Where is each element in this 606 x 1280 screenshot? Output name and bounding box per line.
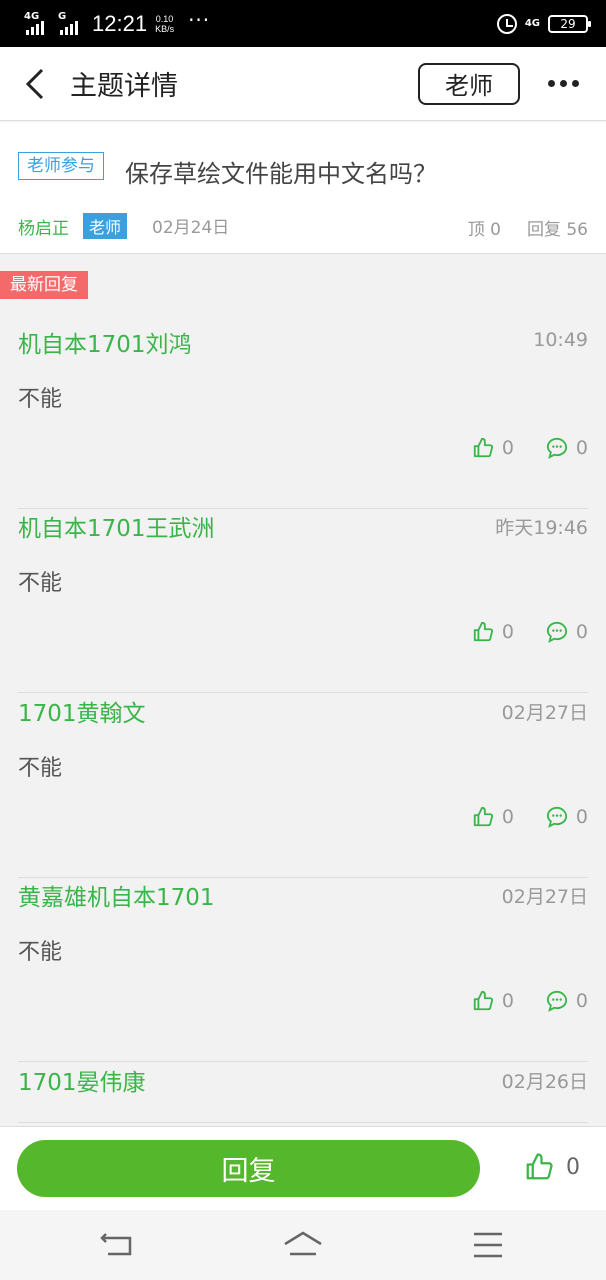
reply-author[interactable]: 黄嘉雄机自本1701 [18,878,215,912]
nav-back-icon [100,1233,132,1256]
sim1-signal-icon: 4G [24,11,52,35]
reply-item: 机自本1701刘鸿 10:49 不能 0 0 [0,325,606,509]
header: 主题详情 老师 [0,47,606,121]
like-button[interactable]: 0 [472,437,514,459]
reply-bar: 回复 0 [0,1126,606,1210]
reply-time: 昨天19:46 [495,517,588,539]
comment-count: 0 [575,621,588,643]
signal-indicators: 4G G [24,11,86,35]
reply-author[interactable]: 1701黄翰文 [18,694,146,728]
topic-title: 保存草绘文件能用中文名吗？ [125,160,437,188]
topic-stats: 顶 0 回复 56 [468,215,588,240]
dot-icon [547,80,555,87]
back-button[interactable] [0,47,70,121]
reply-item: 1701黄翰文 02月27日 不能 0 0 [0,694,606,878]
comment-icon [546,806,567,828]
reply-item: 1701晏伟康 02月26日 [0,1063,606,1123]
reply-author[interactable]: 机自本1701刘鸿 [18,325,192,359]
dot-icon [559,80,567,87]
reply-time: 02月27日 [501,702,588,724]
thumbs-up-icon [473,806,493,827]
topic-author[interactable]: 杨启正 [18,214,69,239]
thumbs-up-icon [473,621,493,642]
status-time: 12:21 [92,10,148,36]
like-button[interactable]: 0 [472,990,514,1012]
comment-icon [546,990,567,1012]
reply-author[interactable]: 1701晏伟康 [18,1063,146,1097]
like-button[interactable]: 0 [472,621,514,643]
topic-like-count: 0 [566,1154,580,1180]
like-count: 0 [501,990,514,1012]
teacher-role-button[interactable]: 老师 [418,62,520,105]
thumbs-up-icon [473,437,493,458]
comment-count: 0 [575,437,588,459]
back-arrow-icon [25,68,44,99]
comment-button[interactable]: 0 [546,806,588,828]
thumbs-up-icon [526,1153,553,1180]
network-speed: 0.10 KB/s [155,13,175,34]
nav-menu-button[interactable] [468,1230,508,1260]
like-count: 0 [501,806,514,828]
latest-replies-badge: 最新回复 [0,271,88,299]
nav-home-button[interactable] [283,1230,323,1260]
page-title: 主题详情 [70,71,178,102]
more-options-button[interactable] [520,47,606,121]
reply-time: 10:49 [533,329,588,351]
alarm-icon [496,13,517,34]
menu-icon [474,1232,502,1258]
teacher-participation-tag: 老师参与 [18,152,104,180]
reply-item: 黄嘉雄机自本1701 02月27日 不能 0 0 [0,878,606,1062]
reply-text: 不能 [18,940,63,965]
reply-text: 不能 [18,756,63,781]
comment-count: 0 [575,990,588,1012]
topic-date: 02月24日 [152,218,230,238]
nav-back-button[interactable] [98,1230,138,1260]
comment-button[interactable]: 0 [546,990,588,1012]
comment-icon [546,437,567,459]
comment-button[interactable]: 0 [546,621,588,643]
reply-count: 回复 56 [526,220,588,240]
comment-count: 0 [575,806,588,828]
system-nav-bar [0,1210,606,1280]
home-icon [284,1231,322,1256]
like-count: 0 [501,437,514,459]
more-notifications-icon: ··· [188,7,211,32]
comment-button[interactable]: 0 [546,437,588,459]
battery-icon: 29 [548,14,591,33]
reply-text: 不能 [18,571,63,596]
top-count[interactable]: 顶 0 [468,215,501,240]
like-count: 0 [501,621,514,643]
reply-text: 不能 [18,387,63,412]
reply-author[interactable]: 机自本1701王武洲 [18,509,215,543]
topic-card: 老师参与 保存草绘文件能用中文名吗？ 杨启正 老师 02月24日 顶 0 回复 … [0,122,606,254]
reply-time: 02月27日 [501,886,588,908]
status-bar: 4G G 12:21 0.10 KB/s ··· 4G 29 [0,0,606,47]
network-type: 4G [524,18,540,29]
battery-level: 29 [560,16,576,31]
thumbs-up-icon [473,990,493,1011]
reply-button[interactable]: 回复 [17,1140,480,1197]
dot-icon [571,80,579,87]
sim2-signal-icon: G [58,11,86,35]
comment-icon [546,621,567,643]
topic-like-button[interactable]: 0 [524,1151,580,1183]
author-role-badge: 老师 [83,213,128,239]
reply-item: 机自本1701王武洲 昨天19:46 不能 0 0 [0,509,606,693]
like-button[interactable]: 0 [472,806,514,828]
reply-time: 02月26日 [501,1071,588,1093]
